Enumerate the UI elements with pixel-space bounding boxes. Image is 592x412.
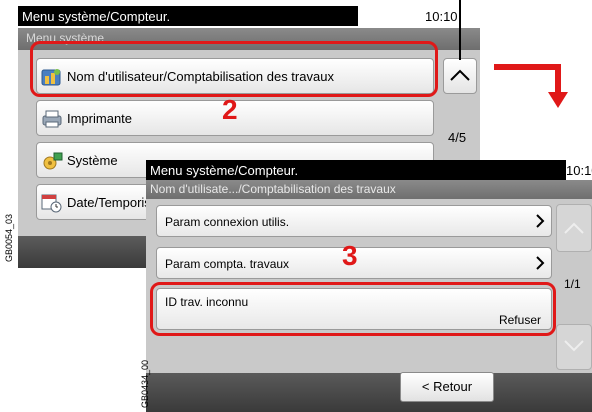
front-screen: Menu système/Compteur. 10:10 Nom d'utili…	[146, 160, 592, 412]
highlight-frame	[30, 41, 438, 97]
step-number-2: 2	[222, 94, 238, 125]
clock: 10:10	[566, 163, 592, 178]
page-indicator: 1/1	[564, 277, 581, 291]
chevron-down-icon	[564, 340, 584, 352]
printer-icon	[42, 110, 62, 128]
calendar-clock-icon	[41, 194, 62, 213]
option-label: Param connexion utilis.	[165, 215, 290, 229]
arrow-down-icon	[494, 64, 568, 108]
step-number-3: 3	[342, 240, 358, 271]
title-bar: Menu système/Compteur. 10:10	[18, 0, 480, 28]
breadcrumb: Nom d'utilisate.../Comptabilisation des …	[150, 182, 396, 196]
image-code: GB0054_03	[4, 213, 14, 262]
option-label: Param compta. travaux	[165, 257, 290, 271]
menu-item-label: Système	[67, 153, 118, 168]
menu-item-label: Date/Temporis	[67, 195, 151, 210]
image-code: GB0434_00	[140, 359, 150, 408]
option-user-login-settings[interactable]: Param connexion utilis.	[156, 205, 552, 237]
page-indicator: 4/5	[448, 130, 467, 145]
title-bar: Menu système/Compteur. 10:10	[146, 160, 592, 180]
scroll-up-button[interactable]	[556, 204, 592, 252]
chevron-right-icon	[536, 214, 545, 228]
bottom-bar	[146, 373, 592, 412]
screen-title: Menu système/Compteur.	[150, 163, 299, 178]
breadcrumb-bar: Nom d'utilisate.../Comptabilisation des …	[146, 180, 592, 199]
screen-title: Menu système/Compteur.	[22, 9, 171, 24]
menu-item-label: Imprimante	[67, 111, 133, 126]
back-button[interactable]: < Retour	[400, 372, 494, 402]
highlight-frame	[150, 282, 556, 336]
pointer-line	[459, 0, 461, 60]
chevron-right-icon	[536, 256, 545, 270]
system-icon	[43, 152, 63, 170]
chevron-up-icon	[564, 222, 584, 234]
scroll-down-button[interactable]	[556, 324, 592, 370]
